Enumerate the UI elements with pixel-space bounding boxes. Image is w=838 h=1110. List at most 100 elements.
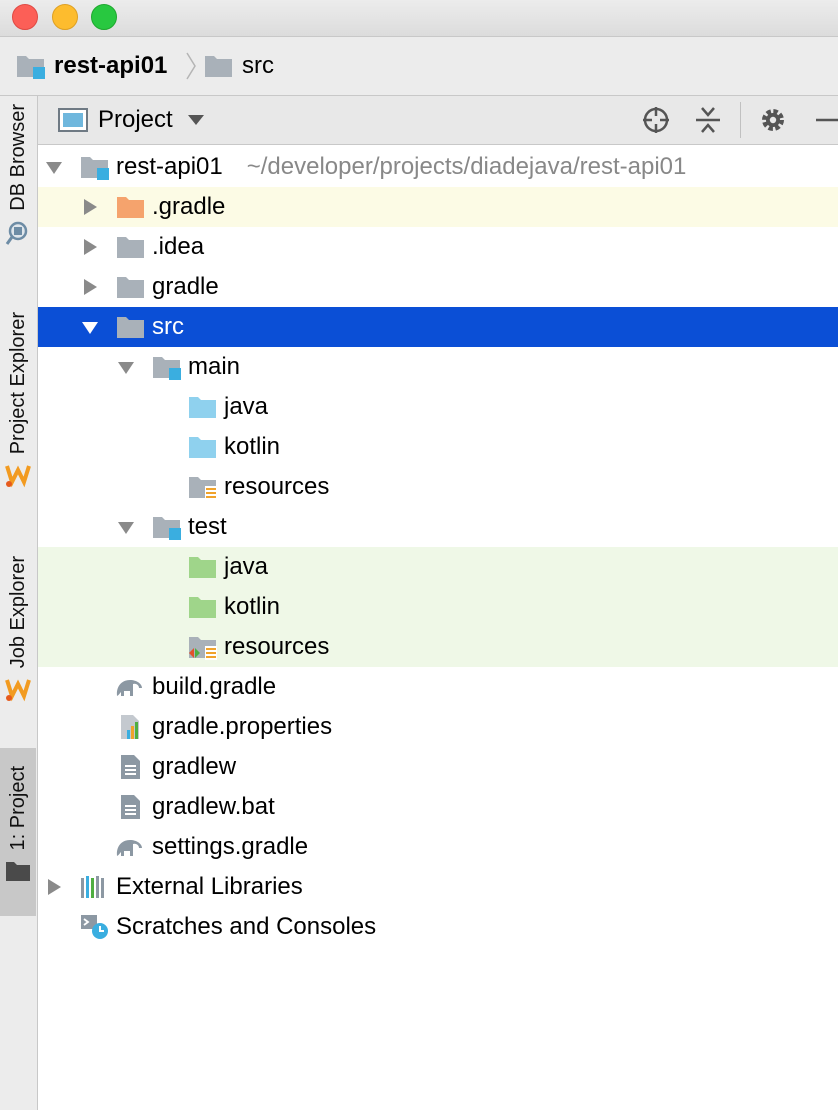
test-resources-folder-icon bbox=[189, 637, 217, 660]
tool-window-stripe: DB Browser Project Explorer Job Explorer… bbox=[0, 96, 38, 1110]
tree-item-label: gradle bbox=[152, 273, 219, 300]
tree-row-main-java[interactable]: java bbox=[38, 387, 838, 427]
scratches-icon bbox=[81, 915, 108, 939]
tree-row-main-resources[interactable]: resources bbox=[38, 467, 838, 507]
pane-title: Project bbox=[98, 106, 173, 133]
resources-folder-icon bbox=[189, 477, 217, 500]
expand-arrow-down-icon bbox=[118, 362, 134, 374]
chevron-right-icon bbox=[186, 52, 196, 80]
project-view-icon bbox=[58, 108, 88, 132]
folder-gray-icon bbox=[117, 317, 144, 338]
db-browser-icon bbox=[5, 221, 28, 245]
tree-item-label: gradlew.bat bbox=[152, 793, 275, 820]
expand-arrow-right-icon bbox=[84, 239, 97, 255]
module-folder-icon bbox=[81, 157, 109, 180]
tree-row-scratches[interactable]: Scratches and Consoles bbox=[38, 907, 838, 947]
tab-project-explorer[interactable]: Project Explorer bbox=[0, 312, 36, 488]
chevron-down-icon bbox=[187, 115, 204, 125]
zoom-window-button[interactable] bbox=[91, 4, 117, 30]
tree-item-label: build.gradle bbox=[152, 673, 277, 700]
tree-item-label: java bbox=[224, 393, 269, 420]
tab-project-explorer-label: Project Explorer bbox=[7, 312, 29, 455]
tree-item-label: resources bbox=[224, 633, 330, 660]
view-selector[interactable]: Project bbox=[58, 96, 205, 144]
gradle-elephant-icon bbox=[116, 680, 142, 696]
root-path: ~/developer/projects/diadejava/rest-api0… bbox=[246, 153, 687, 180]
breadcrumb-project-label: rest-api01 bbox=[54, 52, 168, 79]
expand-arrow-right-icon bbox=[48, 879, 61, 895]
folder-gray-icon bbox=[117, 277, 144, 298]
locate-icon bbox=[643, 107, 669, 133]
tab-project[interactable]: 1: Project bbox=[0, 748, 36, 916]
tree-row-idea[interactable]: .idea bbox=[38, 227, 838, 267]
tab-project-label: 1: Project bbox=[7, 766, 29, 851]
tree-item-label: gradle.properties bbox=[152, 713, 333, 740]
tree-row-build-gradle[interactable]: build.gradle bbox=[38, 667, 838, 707]
close-window-button[interactable] bbox=[12, 4, 38, 30]
root-label: rest-api01 bbox=[116, 153, 223, 180]
tree-item-label: java bbox=[224, 553, 269, 580]
tree-row-gradle[interactable]: gradle bbox=[38, 267, 838, 307]
tree-row-gradlew-bat[interactable]: gradlew.bat bbox=[38, 787, 838, 827]
tab-job-explorer[interactable]: Job Explorer bbox=[0, 556, 36, 702]
libraries-icon bbox=[81, 876, 104, 898]
project-pane-header: Project bbox=[38, 96, 838, 145]
tree-row-test-kotlin[interactable]: kotlin bbox=[38, 587, 838, 627]
tree-item-label: .idea bbox=[152, 233, 205, 260]
locate-button[interactable] bbox=[640, 104, 672, 136]
tree-item-label: resources bbox=[224, 473, 330, 500]
tree-row-external-libraries[interactable]: External Libraries bbox=[38, 867, 838, 907]
text-file-icon bbox=[121, 795, 140, 819]
job-explorer-icon bbox=[5, 679, 31, 702]
expand-arrow-down-icon bbox=[46, 162, 62, 174]
tab-db-browser[interactable]: DB Browser bbox=[0, 104, 36, 247]
breadcrumb: rest-api01 src bbox=[0, 37, 838, 96]
tree-row-test-java[interactable]: java bbox=[38, 547, 838, 587]
text-file-icon bbox=[121, 755, 140, 779]
tree-item-label: .gradle bbox=[152, 193, 226, 220]
breadcrumb-project[interactable]: rest-api01 bbox=[16, 37, 167, 95]
source-folder-icon bbox=[189, 397, 216, 418]
tree-row-main[interactable]: main bbox=[38, 347, 838, 387]
expand-arrow-right-icon bbox=[84, 279, 97, 295]
module-folder-icon bbox=[17, 56, 45, 79]
tree-row-test-resources[interactable]: resources bbox=[38, 627, 838, 667]
expand-arrow-right-icon bbox=[84, 199, 97, 215]
module-folder-icon bbox=[153, 517, 181, 540]
tree-row-gradle-properties[interactable]: gradle.properties bbox=[38, 707, 838, 747]
gradle-elephant-icon bbox=[116, 840, 142, 856]
tree-item-label: test bbox=[188, 513, 227, 540]
tree-row-test[interactable]: test bbox=[38, 507, 838, 547]
module-folder-icon bbox=[153, 357, 181, 380]
hide-icon bbox=[816, 118, 838, 122]
tree-item-label: src bbox=[152, 313, 184, 340]
tree-row-main-kotlin[interactable]: kotlin bbox=[38, 427, 838, 467]
header-divider bbox=[740, 102, 741, 138]
minimize-window-button[interactable] bbox=[52, 4, 78, 30]
project-explorer-icon bbox=[5, 465, 31, 488]
tree-item-label: Scratches and Consoles bbox=[116, 913, 377, 940]
tree-item-label: main bbox=[188, 353, 241, 380]
settings-button[interactable] bbox=[757, 104, 789, 136]
folder-icon bbox=[205, 56, 232, 77]
tree-row-settings-gradle[interactable]: settings.gradle bbox=[38, 827, 838, 867]
expand-arrow-down-icon bbox=[82, 322, 98, 334]
tree-row-gradlew[interactable]: gradlew bbox=[38, 747, 838, 787]
tree-item-label: kotlin bbox=[224, 593, 281, 620]
tree-item-label: gradlew bbox=[152, 753, 237, 780]
hide-button[interactable] bbox=[808, 104, 838, 136]
gear-icon bbox=[762, 109, 784, 131]
tree-row-root[interactable]: rest-api01 ~/developer/projects/diadejava… bbox=[38, 147, 838, 187]
collapse-all-button[interactable] bbox=[692, 104, 724, 136]
breadcrumb-folder[interactable]: src bbox=[204, 37, 274, 95]
tree-item-label: kotlin bbox=[224, 433, 281, 460]
expand-arrow-down-icon bbox=[118, 522, 134, 534]
tree-row-gradle-cache[interactable]: .gradle bbox=[38, 187, 838, 227]
tab-db-browser-label: DB Browser bbox=[7, 104, 29, 211]
tab-job-explorer-label: Job Explorer bbox=[7, 556, 29, 669]
collapse-all-icon bbox=[696, 107, 720, 133]
folder-icon bbox=[6, 862, 30, 882]
tree-row-src[interactable]: src bbox=[38, 307, 838, 347]
properties-file-icon bbox=[121, 715, 139, 739]
tree-item-label: External Libraries bbox=[116, 873, 303, 900]
